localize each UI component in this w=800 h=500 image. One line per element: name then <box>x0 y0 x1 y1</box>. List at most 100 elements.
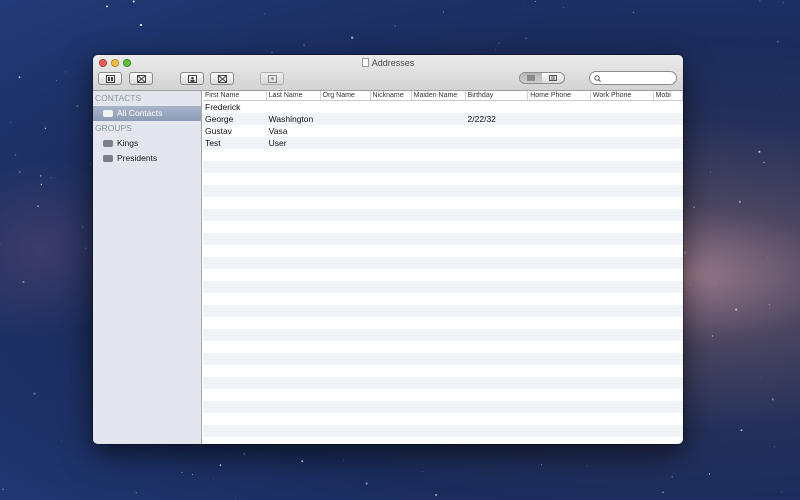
empty-row <box>203 293 683 305</box>
view-toggle <box>519 72 565 84</box>
remove-person-icon <box>217 74 227 83</box>
star <box>711 335 714 337</box>
window-title-text: Addresses <box>371 58 415 68</box>
star <box>134 18 136 20</box>
star <box>563 6 565 8</box>
sidebar-item-kings[interactable]: Kings <box>93 136 201 151</box>
star <box>181 471 183 474</box>
document-icon <box>361 58 369 67</box>
star <box>213 477 214 479</box>
star <box>365 482 368 485</box>
table-row[interactable]: Test User <box>203 137 683 149</box>
empty-row <box>203 149 683 161</box>
table-cell <box>528 113 591 125</box>
empty-row <box>203 281 683 293</box>
table-cell <box>371 137 412 149</box>
remove-person-button[interactable] <box>210 72 234 85</box>
star <box>759 377 761 379</box>
column-header-home-phone[interactable]: Home Phone <box>528 91 591 100</box>
empty-row <box>203 173 683 185</box>
star <box>773 446 776 448</box>
title-bar[interactable]: Addresses <box>93 55 683 91</box>
addresses-window: Addresses CONTACTS All Contacts GROUPS K… <box>93 55 683 444</box>
column-header-birthday[interactable]: Birthday <box>466 91 529 100</box>
photo-button[interactable] <box>260 72 284 85</box>
star <box>14 154 17 156</box>
table-cell <box>654 101 683 113</box>
empty-row <box>203 209 683 221</box>
star <box>422 471 423 472</box>
table-cell <box>654 113 683 125</box>
star <box>495 49 497 51</box>
star <box>534 1 536 2</box>
star <box>33 392 36 395</box>
star <box>738 200 741 203</box>
star <box>106 5 108 8</box>
delete-card-button[interactable] <box>129 72 153 85</box>
star <box>219 464 222 466</box>
star <box>768 304 770 306</box>
column-view-button[interactable] <box>542 73 564 83</box>
table-cell <box>412 125 466 137</box>
star <box>191 473 193 475</box>
sidebar-item-presidents[interactable]: Presidents <box>93 151 201 166</box>
star <box>301 460 304 463</box>
table-row[interactable]: Frederick <box>203 101 683 113</box>
empty-row <box>203 353 683 365</box>
star <box>735 308 738 311</box>
table-cell <box>371 101 412 113</box>
column-view-icon <box>549 75 557 81</box>
table-cell: Vasa <box>268 126 288 136</box>
table-cell <box>466 125 529 137</box>
star <box>525 37 527 40</box>
table-cell: George <box>205 114 234 124</box>
table-row[interactable]: George Washington 2/22/32 <box>203 113 683 125</box>
empty-row <box>203 389 683 401</box>
card-view-button[interactable] <box>98 72 122 85</box>
column-header-org-name[interactable]: Org Name <box>321 91 371 100</box>
photo-icon <box>267 74 277 83</box>
column-header-mobile[interactable]: Mobi <box>654 91 683 100</box>
column-header-last-name[interactable]: Last Name <box>267 91 321 100</box>
star <box>343 459 345 461</box>
empty-row <box>203 233 683 245</box>
group-icon <box>103 110 113 117</box>
star <box>523 3 524 5</box>
person-icon <box>187 74 197 83</box>
star <box>64 71 66 73</box>
list-view-button[interactable] <box>520 73 542 83</box>
column-header-first-name[interactable]: First Name <box>203 91 267 100</box>
sidebar-item-label: Presidents <box>117 153 158 163</box>
new-person-button[interactable] <box>180 72 204 85</box>
star <box>498 42 500 44</box>
star <box>443 11 445 13</box>
table-cell: Washington <box>268 114 314 124</box>
star <box>56 80 57 82</box>
star <box>689 284 691 286</box>
empty-row <box>203 317 683 329</box>
delete-card-icon <box>136 74 146 83</box>
column-header-nickname[interactable]: Nickname <box>371 91 412 100</box>
table-header: First Name Last Name Org Name Nickname M… <box>203 91 683 101</box>
column-header-work-phone[interactable]: Work Phone <box>591 91 654 100</box>
search-field[interactable] <box>589 71 677 85</box>
star <box>541 464 542 466</box>
search-input[interactable] <box>604 73 674 83</box>
empty-row <box>203 341 683 353</box>
star <box>61 440 63 441</box>
star <box>782 2 784 3</box>
sidebar-item-all-contacts[interactable]: All Contacts <box>93 106 201 121</box>
table-row[interactable]: Gustav Vasa <box>203 125 683 137</box>
star <box>76 105 79 108</box>
star <box>763 161 765 164</box>
table-cell <box>528 137 591 149</box>
empty-row <box>203 245 683 257</box>
table-cell <box>321 125 371 137</box>
table-cell <box>528 101 591 113</box>
column-header-maiden-name[interactable]: Maiden Name <box>412 91 466 100</box>
contacts-header: CONTACTS <box>95 93 142 103</box>
table-cell: 2/22/32 <box>467 114 496 124</box>
star <box>435 494 437 496</box>
table-cell <box>466 137 529 149</box>
table-cell <box>654 125 683 137</box>
